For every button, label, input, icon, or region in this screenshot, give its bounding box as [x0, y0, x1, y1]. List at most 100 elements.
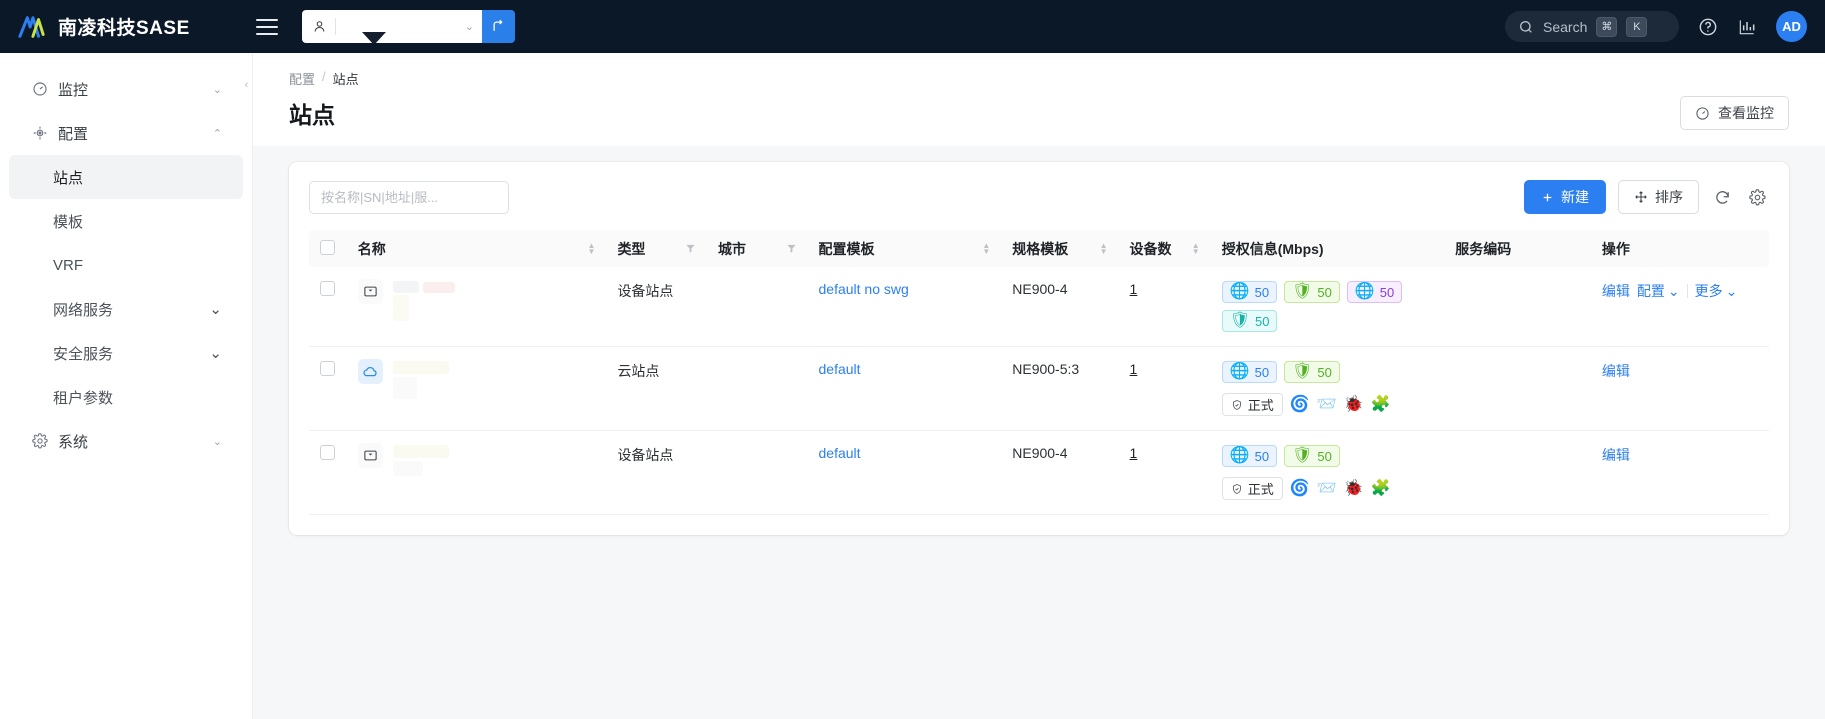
help-icon[interactable]: [1698, 17, 1718, 37]
row-checkbox[interactable]: [320, 361, 335, 376]
search-submit-button[interactable]: [508, 182, 509, 213]
row-city: [706, 346, 808, 431]
shield-node-icon: 🛡: [1292, 447, 1313, 464]
more-action[interactable]: 更多 ⌄: [1695, 281, 1738, 301]
tenant-picker[interactable]: ⌄: [302, 10, 515, 43]
shield-check-icon: [1232, 483, 1241, 494]
sort-icon[interactable]: ▲ ▼: [1100, 241, 1108, 255]
refresh-icon[interactable]: [1711, 186, 1734, 209]
license-badge: 🛡 50: [1221, 310, 1278, 332]
search-box[interactable]: [309, 180, 509, 214]
global-search-button[interactable]: Search ⌘ K: [1505, 11, 1679, 42]
edit-action[interactable]: 编辑: [1602, 445, 1630, 465]
edit-action[interactable]: 编辑: [1602, 281, 1630, 301]
search-icon: [1520, 20, 1532, 33]
tenant-switch-button[interactable]: [482, 10, 515, 43]
sort-label: 排序: [1655, 189, 1683, 205]
sidebar-item-sites[interactable]: 站点: [9, 155, 243, 199]
sort-button[interactable]: 排序: [1618, 180, 1699, 214]
sidebar-collapse-toggle[interactable]: ‹: [240, 71, 253, 99]
filter-icon[interactable]: [786, 241, 797, 257]
th-name[interactable]: 名称 ▲ ▼: [346, 230, 607, 267]
row-actions-cell: 编辑 配置 ⌄ 更多 ⌄: [1590, 267, 1769, 347]
row-select-cell[interactable]: [309, 267, 347, 347]
tenant-select[interactable]: ⌄: [302, 10, 482, 43]
row-checkbox[interactable]: [320, 281, 335, 296]
puzzle-icon[interactable]: 🧩: [1370, 396, 1390, 413]
bug-icon[interactable]: 🐞: [1344, 396, 1364, 413]
sidebar-item-config-label: 配置: [58, 125, 89, 143]
sidebar-item-tenant-params[interactable]: 租户参数: [9, 375, 243, 419]
row-device-count[interactable]: 1: [1130, 361, 1138, 377]
license-badge-value: 50: [1254, 364, 1270, 380]
row-select-cell[interactable]: [309, 346, 347, 431]
license-badge-value: 50: [1317, 284, 1332, 300]
sidebar-item-templates[interactable]: 模板: [9, 199, 243, 243]
row-config-template[interactable]: default no swg: [819, 281, 909, 297]
funnel-blue-icon[interactable]: 🌀: [1290, 480, 1310, 497]
sort-icon[interactable]: ▲ ▼: [1192, 241, 1200, 255]
search-input[interactable]: [310, 181, 508, 213]
row-config-template[interactable]: default: [819, 445, 861, 461]
funnel-mail-icon[interactable]: 📨: [1317, 480, 1337, 497]
sidebar-item-sites-label: 站点: [53, 169, 84, 187]
sort-icon[interactable]: ▲ ▼: [982, 241, 990, 255]
filter-icon[interactable]: [685, 241, 696, 257]
sidebar-item-monitor[interactable]: 监控 ⌄: [9, 67, 243, 111]
new-site-button[interactable]: 新建: [1524, 180, 1606, 214]
select-all-checkbox[interactable]: [320, 239, 335, 255]
row-device-count-cell: 1: [1118, 267, 1211, 347]
menu-toggle-icon[interactable]: [256, 18, 278, 35]
gear-icon: [31, 433, 48, 449]
breadcrumb: 配置 / 站点: [289, 69, 1789, 88]
table-toolbar: 新建 排序: [309, 180, 1769, 214]
chevron-down-icon: ⌄: [209, 301, 222, 318]
license-badge-value: 50: [1255, 313, 1270, 329]
th-select-all[interactable]: [309, 230, 347, 267]
th-actions-label: 操作: [1601, 240, 1630, 257]
th-spec-template[interactable]: 规格模板 ▲ ▼: [1001, 230, 1119, 267]
sites-table: 名称 ▲ ▼ 类型 城市 配置模板 ▲ ▼ 规格模板 ▲ ▼ 设备数 ▲ ▼ 授…: [309, 230, 1769, 515]
bug-icon[interactable]: 🐞: [1344, 480, 1364, 497]
breadcrumb-parent[interactable]: 配置: [289, 69, 315, 88]
table-header-row: 名称 ▲ ▼ 类型 城市 配置模板 ▲ ▼ 规格模板 ▲ ▼ 设备数 ▲ ▼ 授…: [309, 230, 1769, 267]
sort-icon[interactable]: ▲ ▼: [588, 241, 596, 255]
kbd-cmd: ⌘: [1596, 16, 1618, 37]
funnel-blue-icon[interactable]: 🌀: [1290, 396, 1310, 413]
config-action[interactable]: 配置 ⌄: [1637, 281, 1680, 301]
sidebar-item-config[interactable]: 配置 ⌃: [9, 111, 243, 155]
sites-card: 新建 排序: [289, 162, 1789, 535]
edit-action[interactable]: 编辑: [1602, 361, 1630, 381]
brand[interactable]: 南凌科技SASE: [18, 13, 233, 40]
row-select-cell[interactable]: [309, 430, 347, 515]
th-type[interactable]: 类型: [606, 230, 707, 267]
table-row[interactable]: 云站点 default NE900-5:3 1 🌐 50 🛡 50 正式 🌀 📨…: [309, 346, 1769, 431]
th-city[interactable]: 城市: [706, 230, 808, 267]
target-icon: [31, 125, 48, 141]
globe-icon: 🌐: [1354, 283, 1375, 300]
row-device-count[interactable]: 1: [1130, 445, 1138, 461]
sidebar-item-monitor-label: 监控: [58, 81, 89, 99]
sidebar-item-vrf[interactable]: VRF: [9, 243, 243, 287]
license-badge-value: 50: [1317, 364, 1332, 380]
row-device-count[interactable]: 1: [1130, 281, 1138, 297]
row-config-template[interactable]: default: [819, 361, 861, 377]
row-checkbox[interactable]: [320, 445, 335, 460]
row-name-cell: [346, 346, 607, 431]
sidebar-item-security-services[interactable]: 安全服务 ⌄: [9, 331, 243, 375]
view-monitor-button[interactable]: 查看监控: [1680, 96, 1789, 130]
analytics-icon[interactable]: [1737, 17, 1757, 37]
th-device-count[interactable]: 设备数 ▲ ▼: [1118, 230, 1211, 267]
table-settings-gear-icon[interactable]: [1746, 186, 1769, 209]
sidebar-item-network-services[interactable]: 网络服务 ⌄: [9, 287, 243, 331]
avatar[interactable]: AD: [1776, 11, 1807, 42]
table-row[interactable]: 设备站点 default no swg NE900-4 1 🌐 50 🛡 50 …: [309, 267, 1769, 347]
th-config-template[interactable]: 配置模板 ▲ ▼: [807, 230, 1002, 267]
sidebar-item-system[interactable]: 系统 ⌄: [9, 419, 243, 463]
row-spec-template: NE900-5:3: [1001, 346, 1119, 431]
puzzle-icon[interactable]: 🧩: [1370, 480, 1390, 497]
funnel-mail-icon[interactable]: 📨: [1317, 396, 1337, 413]
table-row[interactable]: 设备站点 default NE900-4 1 🌐 50 🛡 50 正式 🌀 📨 …: [309, 430, 1769, 515]
th-type-label: 类型: [617, 240, 646, 257]
row-license-cell: 🌐 50 🛡 50 🌐 50 🛡 50: [1210, 267, 1445, 347]
